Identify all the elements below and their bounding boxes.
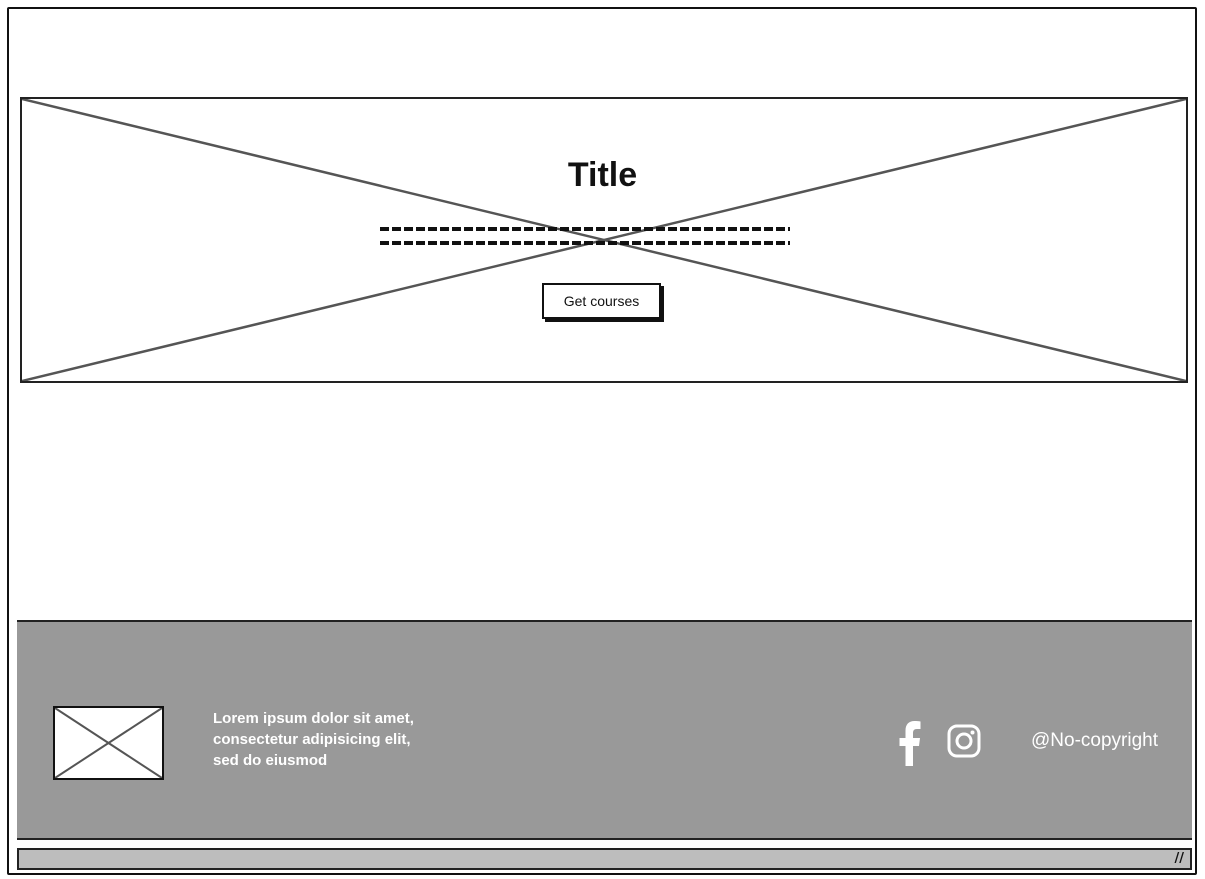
- horizontal-scrollbar[interactable]: //: [17, 848, 1192, 870]
- hero-title: Title: [567, 156, 638, 194]
- copyright-text: @No-copyright: [1031, 730, 1158, 751]
- footer-text-line: sed do eiusmod: [213, 752, 328, 769]
- footer-logo-placeholder: [53, 706, 164, 780]
- footer: Lorem ipsum dolor sit amet, consectetur …: [17, 620, 1192, 840]
- image-placeholder-cross: [55, 708, 162, 778]
- footer-description: Lorem ipsum dolor sit amet, consectetur …: [213, 708, 473, 771]
- footer-text-line: Lorem ipsum dolor sit amet,: [213, 710, 414, 727]
- footer-text-line: consectetur adipisicing elit,: [213, 731, 411, 748]
- hero-image-placeholder: [20, 97, 1188, 383]
- hero-description-line: [380, 227, 790, 231]
- resize-grip-icon[interactable]: //: [1175, 851, 1185, 866]
- get-courses-button[interactable]: Get courses: [542, 283, 661, 319]
- facebook-icon[interactable]: [899, 720, 921, 766]
- image-placeholder-cross: [22, 99, 1186, 381]
- instagram-icon[interactable]: [947, 724, 981, 758]
- hero-description-line: [380, 241, 790, 245]
